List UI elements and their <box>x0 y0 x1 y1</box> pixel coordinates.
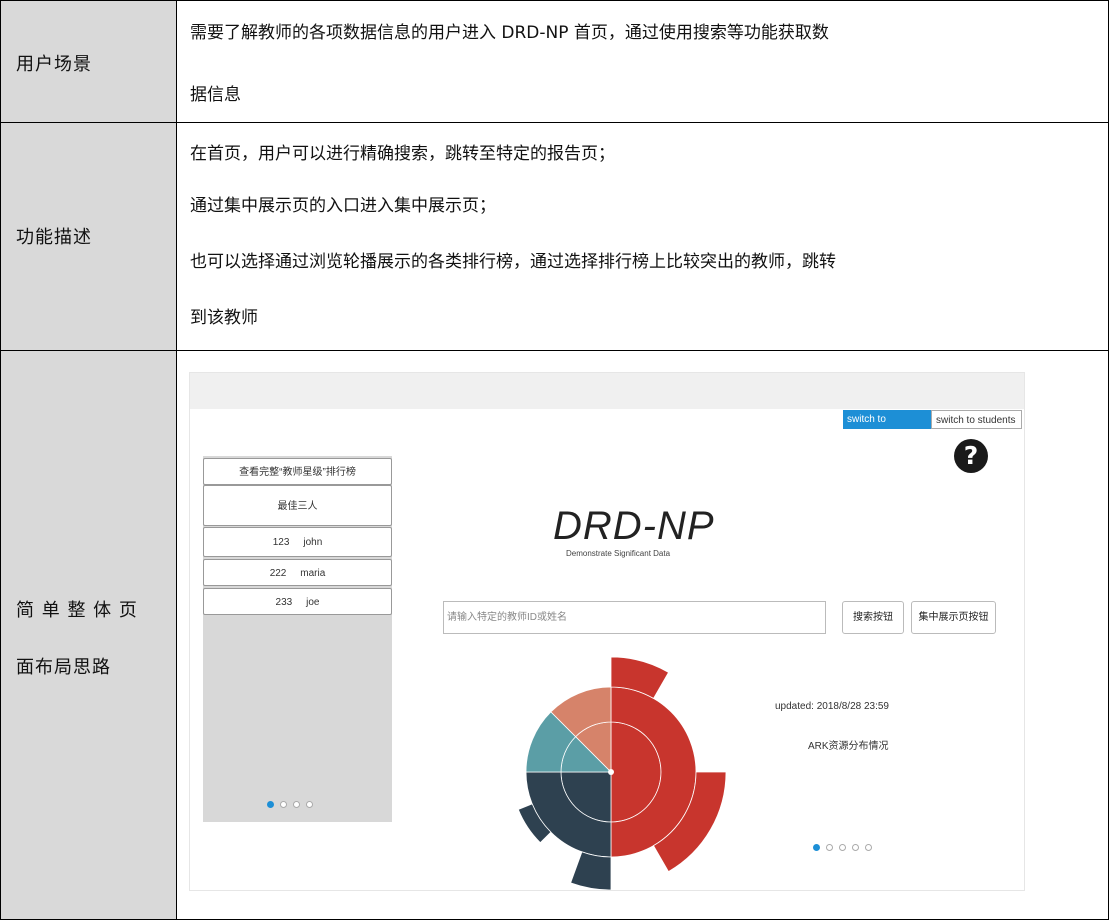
showcase-page-button[interactable]: 集中展示页按钮 <box>911 601 996 634</box>
row3-label-cell: 简 单 整 体 页 面布局思路 <box>0 350 177 920</box>
search-button[interactable]: 搜索按钮 <box>842 601 904 634</box>
row1-label: 用户场景 <box>16 54 92 75</box>
carousel-dot[interactable] <box>293 801 300 808</box>
brand-title: DRD-NP <box>553 504 715 548</box>
carousel-dot[interactable] <box>839 844 846 851</box>
chart-caption: ARK资源分布情况 <box>808 741 889 752</box>
row1-line2: 据信息 <box>190 85 241 105</box>
switch-to-students-button[interactable]: switch to students <box>931 410 1022 429</box>
sunburst-segments <box>517 656 727 890</box>
leaderboard-entry[interactable]: 233 joe <box>203 588 392 615</box>
leaderboard-carousel-dots <box>267 795 319 813</box>
carousel-dot[interactable] <box>826 844 833 851</box>
homepage-mockup: switch to teachers switch to students ? … <box>189 372 1025 891</box>
entry-score: 233 <box>275 597 293 608</box>
row2-line4: 到该教师 <box>190 308 258 328</box>
row1-line1: 需要了解教师的各项数据信息的用户进入 DRD-NP 首页，通过使用搜索等功能获取… <box>190 23 829 43</box>
row1-content-cell: 需要了解教师的各项数据信息的用户进入 DRD-NP 首页，通过使用搜索等功能获取… <box>176 0 1109 123</box>
entry-name: joe <box>306 597 320 608</box>
carousel-dot[interactable] <box>267 801 274 808</box>
row2-line1: 在首页，用户可以进行精确搜索，跳转至特定的报告页； <box>190 144 615 164</box>
row1-label-cell: 用户场景 <box>0 0 177 123</box>
row2-label: 功能描述 <box>16 227 92 248</box>
leaderboard-entry[interactable]: 123 john <box>203 527 392 557</box>
carousel-dot[interactable] <box>280 801 287 808</box>
row2-content-cell: 在首页，用户可以进行精确搜索，跳转至特定的报告页； 通过集中展示页的入口进入集中… <box>176 122 1109 351</box>
entry-name: john <box>303 537 323 548</box>
carousel-dot[interactable] <box>306 801 313 808</box>
carousel-dot[interactable] <box>813 844 820 851</box>
updated-timestamp: updated: 2018/8/28 23:59 <box>775 701 889 712</box>
row2-line3: 也可以选择通过浏览轮播展示的各类排行榜，通过选择排行榜上比较突出的教师，跳转 <box>190 252 836 272</box>
question-circle-icon[interactable]: ? <box>954 439 988 473</box>
sunburst-segment <box>570 851 612 890</box>
top-bar <box>190 373 1024 409</box>
row2-label-cell: 功能描述 <box>0 122 177 351</box>
entry-name: maria <box>300 568 326 579</box>
carousel-dot[interactable] <box>852 844 859 851</box>
leaderboard-entry[interactable]: 222 maria <box>203 559 392 586</box>
row3-label-line2: 面布局思路 <box>16 657 111 678</box>
leaderboard-header: 最佳三人 <box>203 485 392 526</box>
carousel-dot[interactable] <box>865 844 872 851</box>
row3-label-line1: 简 单 整 体 页 <box>16 600 138 621</box>
entry-score: 123 <box>272 537 290 548</box>
switch-to-teachers-button[interactable]: switch to teachers <box>843 410 931 444</box>
chart-carousel-dots <box>813 838 878 856</box>
brand-subtitle: Demonstrate Significant Data <box>566 549 671 558</box>
view-full-leaderboard-button[interactable]: 查看完整“教师星级”排行榜 <box>203 458 392 485</box>
sunburst-center <box>608 769 614 775</box>
row2-line2: 通过集中展示页的入口进入集中展示页； <box>190 196 496 216</box>
leaderboard-panel: 查看完整“教师星级”排行榜 最佳三人 123 john 222 maria 23… <box>203 456 392 822</box>
search-input[interactable]: 请输入特定的教师ID或姓名 <box>443 601 826 634</box>
resource-sunburst-chart <box>517 656 727 890</box>
entry-score: 222 <box>269 568 287 579</box>
